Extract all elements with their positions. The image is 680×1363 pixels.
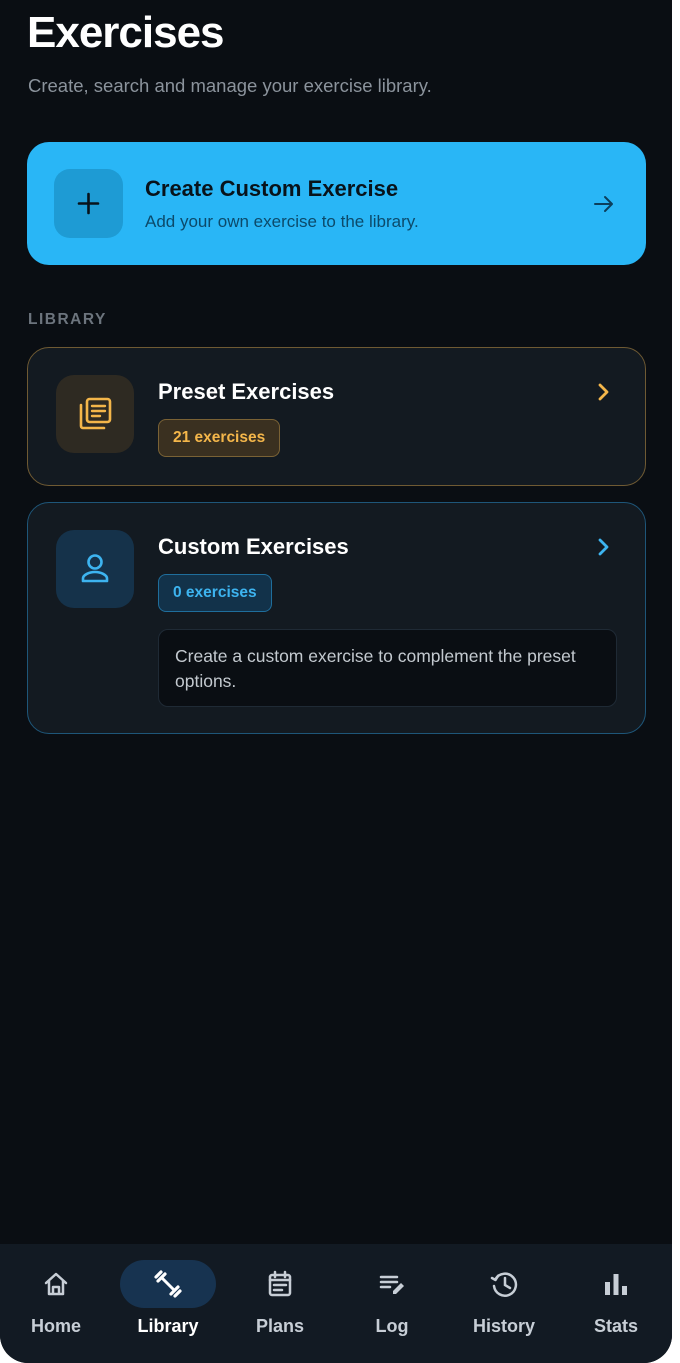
preset-card-title: Preset Exercises bbox=[158, 379, 335, 404]
preset-count-badge: 21 exercises bbox=[158, 419, 281, 457]
nav-label: Home bbox=[30, 1316, 81, 1336]
nav-label: Library bbox=[137, 1316, 199, 1336]
nav-item-library[interactable]: Library bbox=[112, 1244, 224, 1363]
nav-item-stats[interactable]: Stats bbox=[560, 1244, 672, 1363]
edit-note-icon bbox=[379, 1275, 404, 1294]
nav-item-plans[interactable]: Plans bbox=[224, 1244, 336, 1363]
history-icon bbox=[490, 1272, 518, 1297]
nav-item-home[interactable]: Home bbox=[0, 1244, 112, 1363]
person-icon bbox=[56, 530, 134, 608]
arrow-right-icon bbox=[594, 196, 613, 212]
create-card-description: Add your own exercise to the library. bbox=[145, 212, 419, 231]
library-section-label: LIBRARY bbox=[28, 311, 107, 328]
nav-label: Plans bbox=[255, 1316, 305, 1336]
bottom-navigation: Home Library Plans Log History Stats bbox=[0, 1244, 672, 1363]
page-title: Exercises bbox=[27, 8, 225, 57]
plus-icon bbox=[54, 169, 123, 238]
nav-label: Log bbox=[375, 1316, 409, 1336]
nav-item-history[interactable]: History bbox=[448, 1244, 560, 1363]
bar-chart-icon bbox=[605, 1274, 627, 1295]
page-subtitle: Create, search and manage your exercise … bbox=[28, 75, 432, 96]
library-books-icon bbox=[56, 375, 134, 453]
nav-item-log[interactable]: Log bbox=[336, 1244, 448, 1363]
nav-label: History bbox=[472, 1316, 535, 1336]
custom-card-title: Custom Exercises bbox=[158, 534, 349, 559]
custom-empty-hint: Create a custom exercise to complement t… bbox=[158, 629, 617, 707]
nav-label: Stats bbox=[593, 1316, 638, 1336]
home-icon bbox=[44, 1272, 68, 1296]
preset-exercises-card[interactable]: Preset Exercises 21 exercises bbox=[27, 347, 646, 486]
chevron-right-icon bbox=[598, 383, 609, 401]
chevron-right-icon bbox=[598, 538, 609, 556]
exercises-screen: Exercises Create, search and manage your… bbox=[0, 0, 672, 1363]
calendar-icon bbox=[268, 1270, 292, 1297]
create-custom-exercise-button[interactable]: Create Custom Exercise Add your own exer… bbox=[27, 142, 646, 265]
custom-count-badge: 0 exercises bbox=[158, 574, 272, 612]
create-card-title: Create Custom Exercise bbox=[145, 176, 399, 201]
dumbbell-icon bbox=[154, 1270, 182, 1298]
custom-exercises-card[interactable]: Custom Exercises 0 exercises Create a cu… bbox=[27, 502, 646, 734]
